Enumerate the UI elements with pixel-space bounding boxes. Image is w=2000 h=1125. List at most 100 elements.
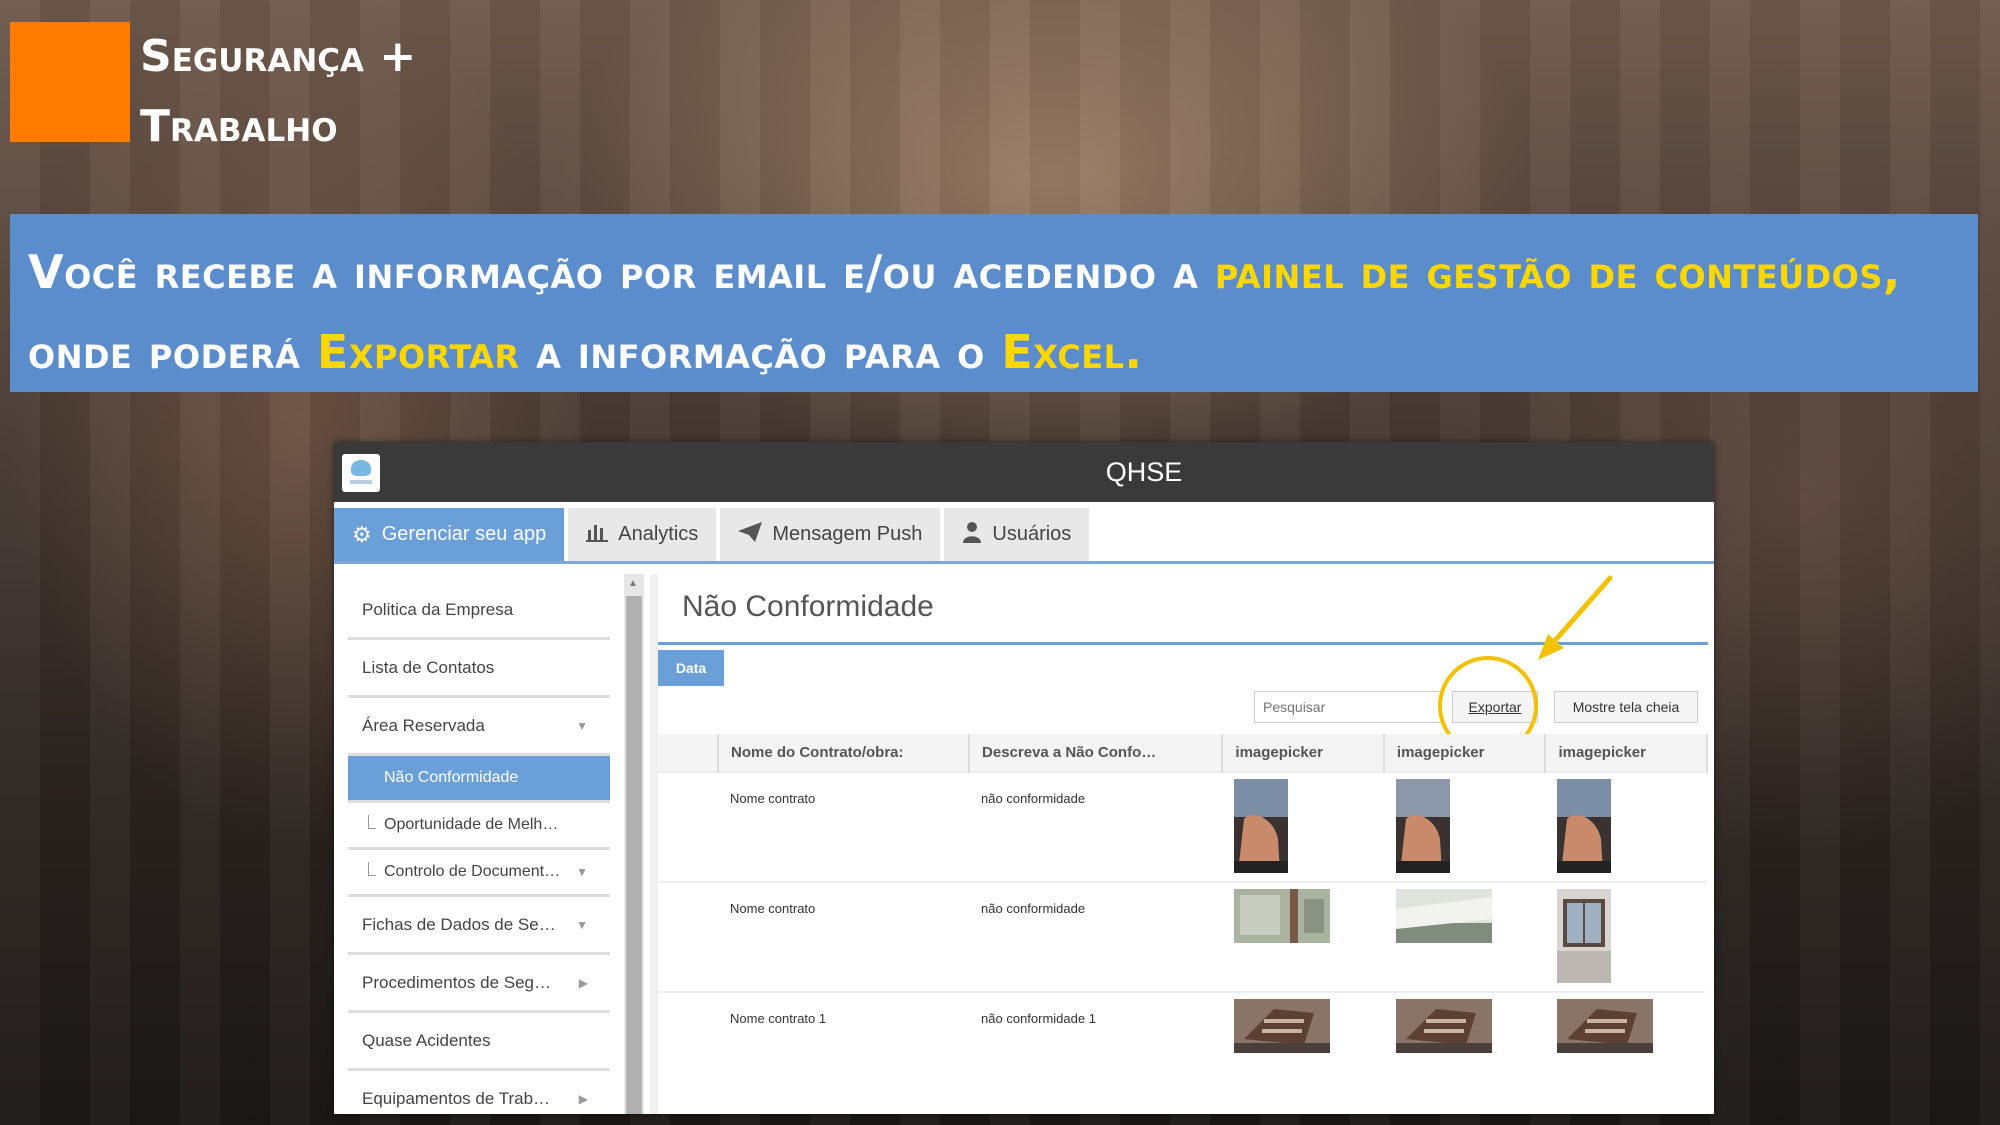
- data-tab-button[interactable]: Data: [658, 650, 724, 686]
- logo-line-2: Trabalho: [140, 101, 338, 152]
- sidebar-item-label: Procedimentos de Seg…: [362, 972, 551, 992]
- scrollbar-thumb[interactable]: [626, 596, 642, 1114]
- arrow-annotation-icon: [1538, 575, 1613, 660]
- cell-image: [1222, 771, 1384, 882]
- photo-thumbnail[interactable]: [1557, 999, 1654, 1053]
- tree-branch-icon: [368, 815, 376, 829]
- sidebar-item-area-reservada[interactable]: Área Reservada ▼: [348, 698, 610, 756]
- column-header-contrato[interactable]: Nome do Contrato/obra:: [718, 734, 971, 772]
- photo-thumbnail[interactable]: [1395, 779, 1450, 873]
- tab-mensagem-push[interactable]: Mensagem Push: [720, 508, 941, 561]
- table-header-row: Nome do Contrato/obra: Descreva a Não Co…: [658, 734, 1708, 772]
- sidebar-item-label: Controlo de Document…: [384, 863, 561, 880]
- column-header-imagepicker-1[interactable]: imagepicker: [1222, 734, 1385, 772]
- search-input[interactable]: [1254, 691, 1442, 723]
- main-tabs: ⚙ Gerenciar seu app Analytics Mensagem P…: [334, 502, 1714, 564]
- sidebar-item-label: Fichas de Dados de Se…: [362, 914, 556, 934]
- photo-thumbnail[interactable]: [1395, 889, 1492, 943]
- table-row[interactable]: Nome contrato não conformidade: [658, 771, 1707, 882]
- tab-label: Gerenciar seu app: [381, 523, 547, 545]
- tab-label: Usuários: [992, 523, 1072, 545]
- sidebar-item-oportunidade[interactable]: Oportunidade de Melh…: [348, 803, 610, 850]
- logo-square: [10, 22, 130, 142]
- content-panel: Não Conformidade Data Exportar Mostre te…: [650, 574, 1708, 1114]
- banner-highlight-exportar: Exportar: [316, 325, 520, 379]
- sidebar-item-fichas-dados[interactable]: Fichas de Dados de Se… ▼: [348, 897, 610, 955]
- bar-chart-icon: [586, 522, 609, 548]
- photo-thumbnail[interactable]: [1395, 999, 1492, 1053]
- cell-image: [1383, 881, 1546, 992]
- chevron-down-icon[interactable]: ▼: [576, 865, 588, 879]
- data-table: Nome do Contrato/obra: Descreva a Não Co…: [658, 734, 1708, 1102]
- logo-text: Segurança + Trabalho: [140, 22, 416, 162]
- gear-icon: ⚙: [352, 521, 372, 547]
- tab-usuarios[interactable]: Usuários: [944, 508, 1090, 561]
- sidebar-item-procedimentos[interactable]: Procedimentos de Seg… ▶: [348, 955, 610, 1013]
- sidebar-item-label: Politica da Empresa: [362, 599, 514, 619]
- cell-image: [1222, 991, 1384, 1102]
- photo-thumbnail[interactable]: [1557, 889, 1612, 983]
- fullscreen-button[interactable]: Mostre tela cheia: [1554, 691, 1698, 723]
- cell-image: [1222, 881, 1384, 992]
- photo-thumbnail[interactable]: [1234, 779, 1289, 873]
- scroll-up-icon[interactable]: ▲: [628, 578, 638, 589]
- banner-text-1: Você recebe a informação por email e/ou …: [28, 245, 1215, 299]
- sidebar-item-label: Área Reservada: [362, 715, 485, 735]
- tab-label: Analytics: [618, 523, 699, 545]
- tab-analytics[interactable]: Analytics: [568, 508, 717, 561]
- photo-thumbnail[interactable]: [1234, 999, 1331, 1053]
- photo-thumbnail[interactable]: [1557, 779, 1612, 873]
- chevron-down-icon[interactable]: ▼: [576, 719, 588, 733]
- app-title: QHSE: [1105, 457, 1183, 487]
- sidebar-item-quase-acidentes[interactable]: Quase Acidentes: [348, 1013, 610, 1071]
- sidebar-item-contatos[interactable]: Lista de Contatos: [348, 640, 610, 698]
- cell-contrato: Nome contrato: [718, 771, 970, 882]
- user-icon: [962, 521, 982, 549]
- row-select-cell[interactable]: [658, 991, 718, 1102]
- tab-label: Mensagem Push: [772, 523, 923, 545]
- column-header-imagepicker-3[interactable]: imagepicker: [1545, 734, 1708, 772]
- cell-image: [1383, 991, 1546, 1102]
- sidebar: Politica da Empresa Lista de Contatos Ár…: [348, 582, 610, 1114]
- cell-image: [1383, 771, 1546, 882]
- sidebar-item-label: Oportunidade de Melh…: [384, 816, 559, 833]
- cell-image: [1545, 991, 1707, 1102]
- cell-descricao: não conformidade 1: [969, 991, 1223, 1102]
- sidebar-item-nao-conformidade[interactable]: Não Conformidade: [348, 756, 610, 803]
- headline-banner: Você recebe a informação por email e/ou …: [10, 214, 1978, 392]
- app-window: QHSE ⚙ Gerenciar seu app Analytics Mensa…: [334, 442, 1714, 1114]
- cell-descricao: não conformidade: [969, 881, 1223, 992]
- column-header-select[interactable]: [658, 734, 719, 772]
- cell-descricao: não conformidade: [969, 771, 1223, 882]
- cell-image: [1545, 881, 1707, 992]
- banner-text-3: a informação para o: [519, 325, 1002, 379]
- logo-line-1: Segurança +: [140, 31, 417, 82]
- banner-highlight-excel: Excel.: [1001, 325, 1143, 379]
- photo-thumbnail[interactable]: [1234, 889, 1331, 943]
- sidebar-item-controlo-documentos[interactable]: Controlo de Document… ▼: [348, 850, 610, 897]
- row-select-cell[interactable]: [658, 881, 718, 992]
- sidebar-scrollbar[interactable]: ▲: [624, 574, 644, 1114]
- chevron-right-icon[interactable]: ▶: [579, 1092, 588, 1106]
- table-row[interactable]: Nome contrato 1 não conformidade 1: [658, 991, 1707, 1102]
- page-title: Não Conformidade: [682, 590, 934, 623]
- chevron-right-icon[interactable]: ▶: [579, 976, 588, 990]
- tab-gerenciar[interactable]: ⚙ Gerenciar seu app: [334, 508, 565, 561]
- app-titlebar: QHSE: [334, 442, 1714, 502]
- cell-contrato: Nome contrato 1: [718, 991, 970, 1102]
- tree-branch-icon: [368, 862, 376, 876]
- sidebar-item-label: Equipamentos de Trab…: [362, 1088, 551, 1108]
- sidebar-item-label: Lista de Contatos: [362, 657, 495, 677]
- chevron-down-icon[interactable]: ▼: [576, 918, 588, 932]
- column-header-imagepicker-2[interactable]: imagepicker: [1383, 734, 1547, 772]
- cell-contrato: Nome contrato: [718, 881, 970, 992]
- cell-image: [1545, 771, 1707, 882]
- sidebar-item-politica[interactable]: Politica da Empresa: [348, 582, 610, 640]
- sidebar-item-equipamentos[interactable]: Equipamentos de Trab… ▶: [348, 1071, 610, 1114]
- banner-text-2: onde poderá: [28, 325, 317, 379]
- table-row[interactable]: Nome contrato não conformidade: [658, 881, 1707, 992]
- banner-highlight-painel: painel de gestão de conteúdos,: [1214, 245, 1901, 299]
- row-select-cell[interactable]: [658, 771, 718, 882]
- column-header-descricao[interactable]: Descreva a Não Confo…: [969, 734, 1224, 772]
- paper-plane-icon: [738, 521, 763, 548]
